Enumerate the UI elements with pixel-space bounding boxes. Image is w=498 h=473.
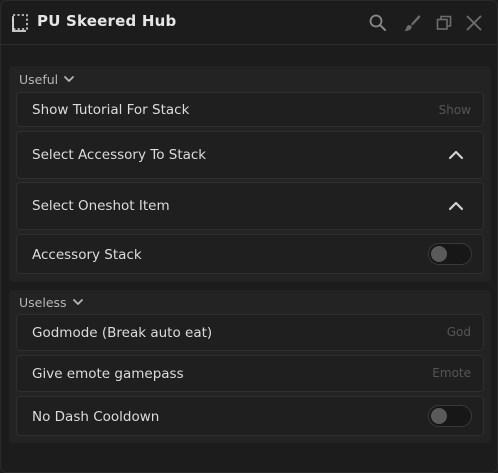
dropdown-select-oneshot[interactable]: Select Oneshot Item (16, 182, 484, 230)
button-godmode[interactable]: Godmode (Break auto eat) God (16, 314, 484, 351)
section-useless: Useless Godmode (Break auto eat) God Giv… (9, 290, 491, 443)
row-label: No Dash Cooldown (32, 409, 160, 425)
window-title: PU Skeered Hub (37, 12, 177, 30)
brush-icon[interactable] (402, 13, 422, 33)
section-header-useful[interactable]: Useful (19, 69, 75, 89)
search-icon[interactable] (368, 13, 388, 33)
chevron-down-icon (64, 76, 75, 82)
toggle-no-dash-cooldown[interactable]: No Dash Cooldown (16, 396, 484, 436)
row-label: Give emote gamepass (32, 366, 184, 382)
title-bar[interactable]: PU Skeered Hub (1, 1, 497, 45)
row-label: Godmode (Break auto eat) (32, 325, 213, 341)
section-header-useless[interactable]: Useless (19, 292, 84, 312)
button-give-emote[interactable]: Give emote gamepass Emote (16, 355, 484, 392)
section-useful: Useful Show Tutorial For Stack Show Sele… (9, 66, 491, 282)
toggle-switch[interactable] (428, 405, 472, 427)
chevron-up-icon (448, 150, 464, 160)
hub-window: PU Skeered Hub Useful Show Tutorial For … (0, 0, 498, 473)
chevron-up-icon (448, 201, 464, 211)
dropdown-select-accessory[interactable]: Select Accessory To Stack (16, 131, 484, 179)
section-title: Useful (19, 71, 59, 87)
button-hint: God (446, 325, 471, 339)
row-label: Select Oneshot Item (32, 198, 170, 214)
chevron-down-icon (72, 299, 83, 305)
toggle-knob (431, 408, 447, 424)
button-hint: Show (438, 103, 471, 117)
restore-icon[interactable] (434, 13, 454, 33)
row-label: Select Accessory To Stack (32, 147, 207, 163)
button-hint: Emote (432, 366, 471, 380)
button-show-tutorial[interactable]: Show Tutorial For Stack Show (16, 92, 484, 127)
select-dashed-icon (12, 14, 28, 32)
close-icon[interactable] (464, 13, 484, 33)
row-label: Show Tutorial For Stack (32, 102, 190, 118)
toggle-switch[interactable] (428, 243, 472, 265)
toggle-knob (431, 246, 447, 262)
row-label: Accessory Stack (32, 247, 142, 263)
section-title: Useless (19, 294, 67, 310)
toggle-accessory-stack[interactable]: Accessory Stack (16, 234, 484, 274)
